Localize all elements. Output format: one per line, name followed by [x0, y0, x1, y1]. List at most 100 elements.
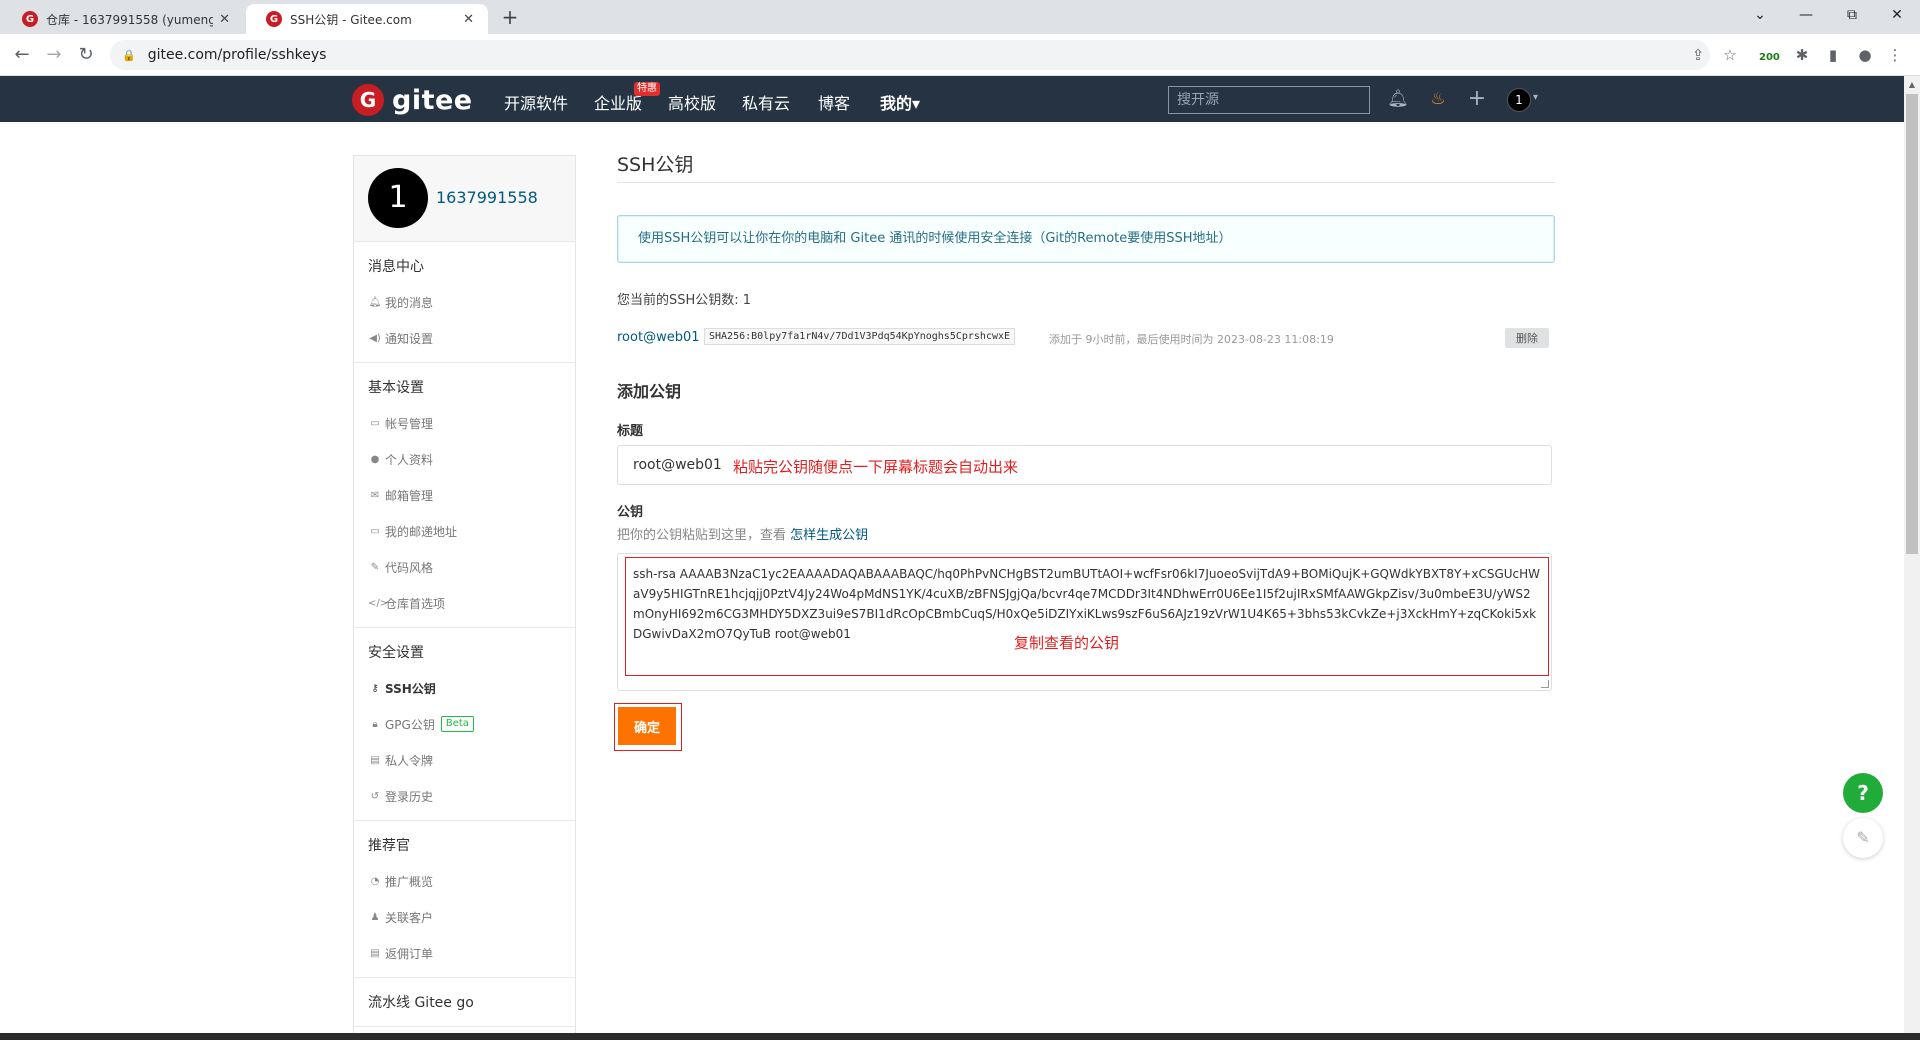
sidebar-item-label: 返佣订单 — [385, 946, 434, 961]
sidebar-item[interactable]: </> 仓库首选项 — [354, 585, 575, 621]
key-hint: 把你的公钥粘贴到这里，查看 怎样生成公钥 — [617, 524, 1555, 543]
restore-icon[interactable]: ⧉ — [1829, 0, 1875, 30]
lock-icon: 🔒︎ — [372, 718, 378, 730]
close-tab-icon[interactable]: ✕ — [463, 12, 474, 27]
sidebar-item-label: 通知设置 — [385, 331, 434, 346]
scroll-thumb[interactable] — [1906, 94, 1918, 554]
tab-title: SSH公钥 - Gitee.com — [290, 12, 412, 27]
key-label: 公钥 — [617, 505, 644, 520]
speaker-icon: ◀) — [369, 332, 381, 344]
sidebar-item[interactable]: ▤ 私人令牌 — [354, 742, 575, 778]
caret-down-icon[interactable]: ▾ — [1533, 92, 1538, 103]
minimize-icon[interactable]: — — [1783, 0, 1829, 30]
promo-badge: 特惠 — [634, 82, 660, 96]
header-avatar[interactable]: 1 — [1507, 88, 1531, 112]
share-icon[interactable]: ⇪ — [1688, 45, 1708, 65]
bell-icon: 🔔︎ — [368, 296, 382, 308]
help-button[interactable]: ? — [1843, 773, 1883, 813]
back-arrow-icon[interactable]: ← — [10, 43, 34, 67]
sidebar-item[interactable]: ▭ 帐号管理 — [354, 405, 575, 441]
sidebar-group: 安全设置 ⚷ SSH公钥 🔒︎ GPG公钥 Beta ▤ 私人令牌 ↺ 登录历史 — [354, 628, 575, 821]
bulb-icon[interactable]: ♨ — [1427, 88, 1449, 110]
sidebar-group: 基本设置 ▭ 帐号管理 ● 个人资料 ✉ 邮箱管理 ▭ 我的邮递地址 ✎ 代码风格 </> 仓库首选项 — [354, 363, 575, 628]
window-close-icon[interactable]: ✕ — [1874, 0, 1920, 30]
side-panel-icon[interactable]: ▮ — [1823, 45, 1843, 65]
gitee-favicon-icon: G — [22, 11, 38, 27]
gitee-logo[interactable]: G gitee — [352, 84, 473, 116]
tab-title: 仓库 - 1637991558 (yumengw — [46, 12, 214, 27]
address-card-icon: ▭ — [370, 525, 380, 537]
url-text: gitee.com/profile/sshkeys — [147, 47, 327, 63]
extensions-puzzle-icon[interactable]: ✱ — [1792, 45, 1812, 65]
sidebar-item[interactable]: ◔ 推广概览 — [354, 863, 575, 899]
resize-handle[interactable] — [1541, 680, 1549, 688]
sidebar-group: 推荐官 ◔ 推广概览 ♟ 关联客户 ▤ 返佣订单 — [354, 821, 575, 978]
add-key-heading: 添加公钥 — [617, 382, 682, 401]
how-to-generate-key-link[interactable]: 怎样生成公钥 — [790, 528, 868, 543]
taskbar-edge — [0, 1033, 1920, 1040]
ssh-key-name[interactable]: root@web01 — [617, 330, 700, 345]
user-icon: ● — [370, 453, 380, 465]
sidebar-item[interactable]: ◀) 通知设置 — [354, 320, 575, 356]
sidebar-item[interactable]: ♟ 关联客户 — [354, 899, 575, 935]
key-count: 您当前的SSH公钥数: 1 — [617, 293, 752, 308]
sidebar-item[interactable]: ↺ 登录历史 — [354, 778, 575, 814]
nav-university[interactable]: 高校版 — [668, 90, 716, 114]
sidebar-item-label: 关联客户 — [385, 910, 434, 925]
public-key-textarea[interactable]: ssh-rsa AAAAB3NzaC1yc2EAAAADAQABAAABAQC/… — [625, 557, 1549, 676]
nav-private-cloud[interactable]: 私有云 — [742, 90, 790, 114]
nav-open-source[interactable]: 开源软件 — [504, 90, 568, 114]
sidebar-item[interactable]: ⚷ SSH公钥 — [354, 670, 575, 706]
browser-tab-sshkeys[interactable]: G SSH公钥 - Gitee.com ✕ — [246, 4, 488, 34]
nav-blog[interactable]: 博客 — [818, 90, 850, 114]
close-tab-icon[interactable]: ✕ — [219, 12, 230, 27]
sidebar-item[interactable]: 🔔︎ 我的消息 — [354, 284, 575, 320]
sidebar-item-label: GPG公钥 — [385, 717, 435, 732]
sidebar-item-label: 我的消息 — [385, 295, 434, 310]
confirm-button[interactable]: 确定 — [618, 707, 676, 745]
sidebar-group-title: 安全设置 — [368, 645, 424, 661]
nav-mine[interactable]: 我的▾ — [880, 90, 920, 114]
avatar[interactable]: 1 — [368, 168, 428, 228]
extension-badge-icon[interactable]: 200 — [1759, 45, 1780, 65]
new-tab-plus-icon[interactable]: + — [498, 6, 522, 30]
plus-icon[interactable]: + — [1466, 88, 1488, 110]
order-icon: ▤ — [370, 947, 380, 959]
username-link[interactable]: 1637991558 — [436, 188, 538, 207]
page-scrollbar[interactable]: ▲ — [1904, 76, 1920, 1040]
bell-icon[interactable]: 🔔︎ — [1387, 88, 1409, 110]
sidebar-item[interactable]: ▭ 我的邮递地址 — [354, 513, 575, 549]
sidebar-group-title: 推荐官 — [368, 838, 410, 854]
key-icon: ⚷ — [371, 682, 379, 694]
site-search-input[interactable] — [1168, 86, 1370, 114]
browser-tab-bar: G 仓库 - 1637991558 (yumengw ✕ G SSH公钥 - G… — [0, 0, 1920, 34]
feedback-edit-icon[interactable]: ✎ — [1843, 818, 1883, 858]
sidebar-group: 流水线 Gitee go — [354, 978, 575, 1027]
profile-avatar-icon[interactable]: ● — [1855, 45, 1875, 65]
sidebar-group-title: 流水线 Gitee go — [368, 995, 474, 1011]
id-card-icon: ▭ — [370, 417, 380, 429]
menu-kebab-icon[interactable]: ⋮ — [1885, 45, 1905, 65]
settings-sidebar: 1 1637991558 消息中心 🔔︎ 我的消息 ◀) 通知设置基本设置 ▭ 帐号管理 ● 个… — [353, 155, 576, 1040]
sidebar-item[interactable]: ● 个人资料 — [354, 441, 575, 477]
browser-tab-repos[interactable]: G 仓库 - 1637991558 (yumengw ✕ — [2, 4, 244, 34]
ssh-key-row: root@web01 SHA256:B0lpy7fa1rN4v/7Dd1V3Pd… — [617, 326, 1555, 350]
sidebar-item[interactable]: ✉ 邮箱管理 — [354, 477, 575, 513]
title-field-wrapper: 粘贴完公钥随便点一下屏幕标题会自动出来 — [617, 445, 1552, 485]
sidebar-item[interactable]: ✎ 代码风格 — [354, 549, 575, 585]
sidebar-item[interactable]: 🔒︎ GPG公钥 Beta — [354, 706, 575, 742]
sidebar-item[interactable]: ▤ 返佣订单 — [354, 935, 575, 971]
scroll-up-arrow-icon[interactable]: ▲ — [1907, 80, 1917, 89]
delete-key-button[interactable]: 删除 — [1505, 328, 1549, 348]
bookmark-star-icon[interactable]: ☆ — [1720, 45, 1740, 65]
sidebar-group-title: 基本设置 — [368, 380, 424, 396]
title-label: 标题 — [617, 424, 644, 439]
tab-search-chevron-icon[interactable]: ⌄ — [1737, 0, 1783, 30]
sidebar-group-title: 消息中心 — [368, 259, 424, 275]
reload-icon[interactable]: ↻ — [74, 43, 98, 67]
key-title-input[interactable] — [618, 446, 1551, 484]
gitee-favicon-icon: G — [266, 11, 282, 27]
key-field-wrapper: ssh-rsa AAAAB3NzaC1yc2EAAAADAQABAAABAQC/… — [617, 553, 1552, 691]
forward-arrow-icon[interactable]: → — [42, 43, 66, 67]
address-bar[interactable]: 🔒 gitee.com/profile/sshkeys — [110, 40, 1710, 70]
